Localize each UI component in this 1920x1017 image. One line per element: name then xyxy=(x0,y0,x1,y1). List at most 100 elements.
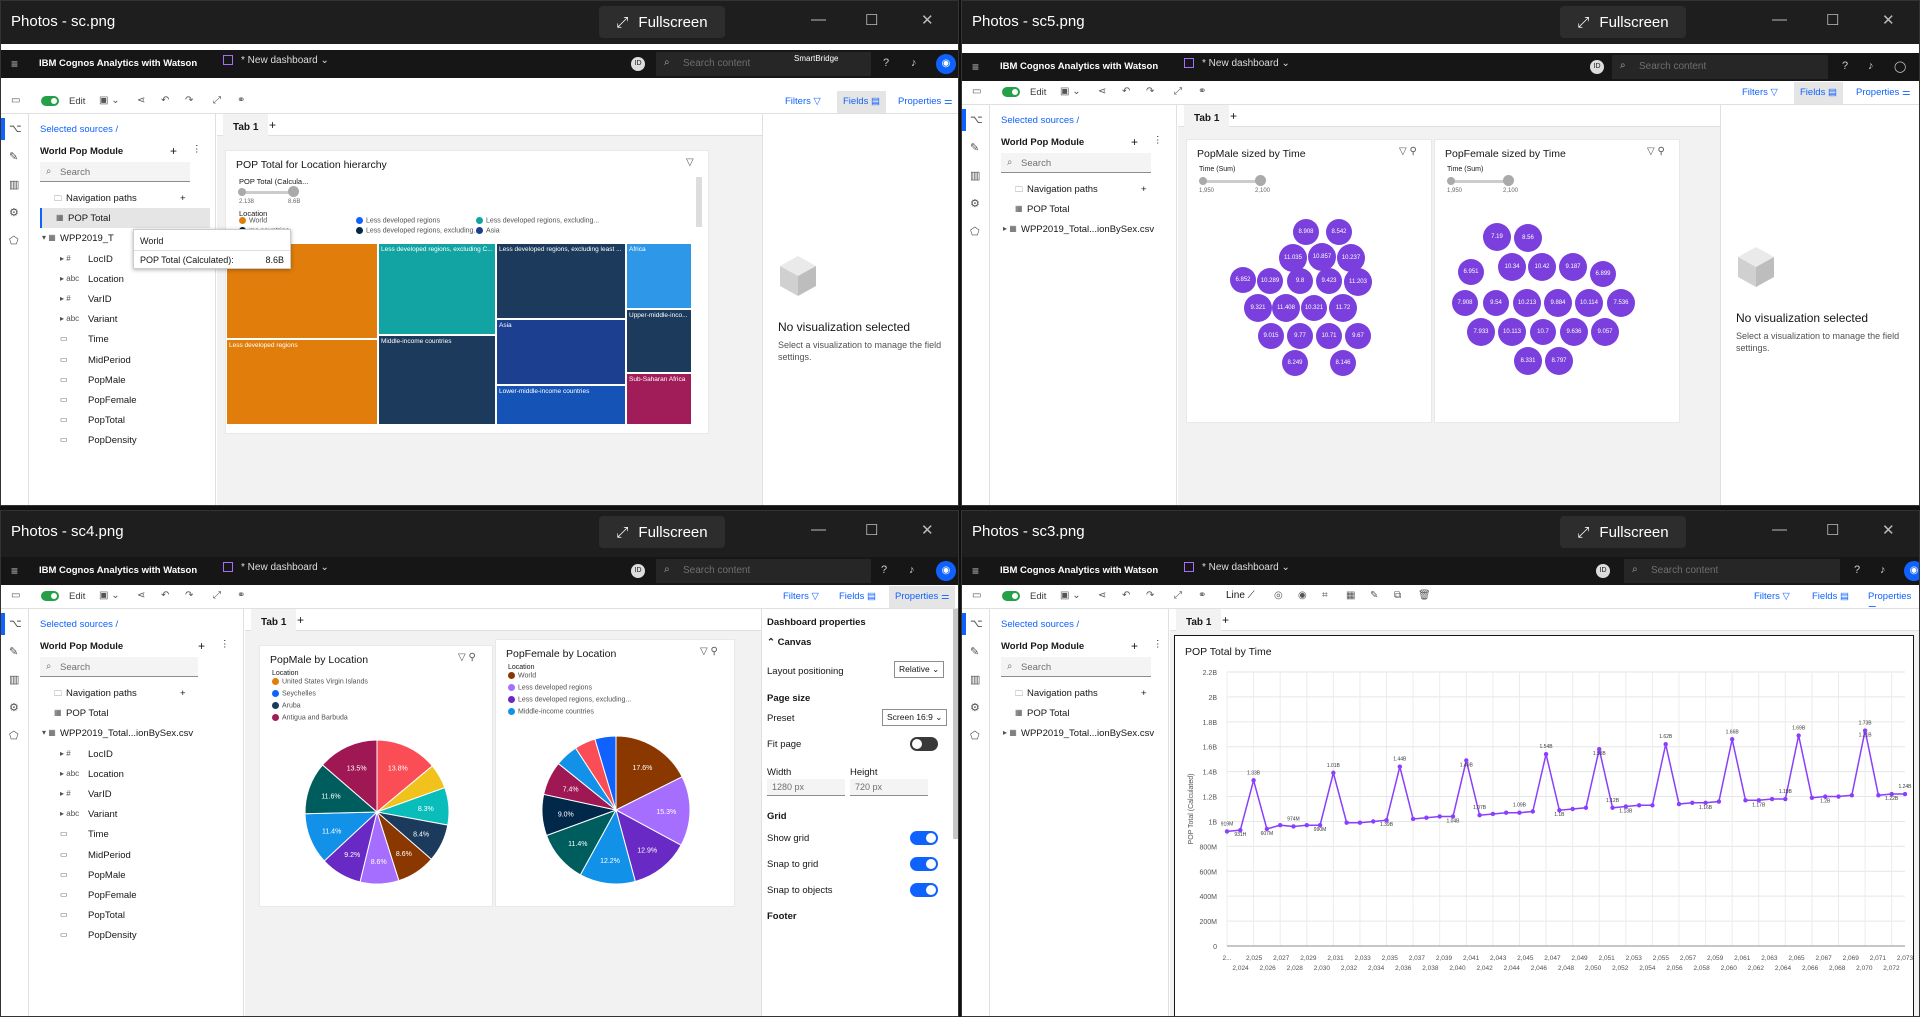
treemap-cell[interactable]: Africa xyxy=(626,243,692,309)
crop-icon[interactable]: ⌗ xyxy=(1322,590,1328,601)
legend-item[interactable]: Antigua and Barbuda xyxy=(272,714,348,721)
widgets-icon[interactable]: ⚙ xyxy=(970,197,980,210)
bubble[interactable]: 6.951 xyxy=(1458,259,1484,285)
bubble[interactable]: 10.857 xyxy=(1308,243,1336,271)
shapes-icon[interactable]: ⬠ xyxy=(970,729,980,742)
delete-icon[interactable]: 🗑 xyxy=(1418,590,1431,601)
edit-toggle[interactable] xyxy=(1002,87,1020,97)
bubble[interactable]: 9.321 xyxy=(1244,294,1272,322)
data-point[interactable] xyxy=(1796,733,1801,738)
share-icon[interactable]: ⋖ xyxy=(1098,86,1106,97)
expand-icon[interactable]: ⤢ xyxy=(1174,590,1182,601)
fields-button[interactable]: Fields ▤ xyxy=(1794,82,1843,104)
add-icon[interactable]: + xyxy=(1141,184,1147,195)
shapes-icon[interactable]: ⬠ xyxy=(970,225,980,238)
fields-button[interactable]: Fields ▤ xyxy=(837,91,886,113)
legend-item[interactable]: United States Virgin Islands xyxy=(272,678,368,685)
redo-icon[interactable]: ↷ xyxy=(185,95,193,106)
legend-item[interactable]: Less developed regions xyxy=(356,217,440,224)
tree-item[interactable]: ▭ PopTotal xyxy=(40,410,210,430)
tree-item[interactable]: ▸ # LocID xyxy=(40,744,210,764)
data-point[interactable] xyxy=(1729,737,1735,742)
data-point[interactable] xyxy=(1636,803,1642,808)
layout-select[interactable]: Relative ⌄ xyxy=(894,661,945,678)
scrollbar[interactable] xyxy=(696,177,702,227)
shapes-icon[interactable]: ⬠ xyxy=(9,234,19,247)
link-icon[interactable]: ⚭ xyxy=(1198,590,1206,601)
bubble[interactable]: 9.057 xyxy=(1591,318,1619,346)
comment-icon[interactable]: ▭ xyxy=(972,590,981,601)
edit-toggle[interactable] xyxy=(41,96,59,106)
pin-icon[interactable]: ✎ xyxy=(9,645,18,658)
legend-item[interactable]: Asia xyxy=(476,227,500,234)
data-point[interactable] xyxy=(1490,811,1496,817)
overflow-icon[interactable]: ⋮ xyxy=(220,639,230,650)
tree-item[interactable]: ▭ PopDensity xyxy=(40,925,210,945)
search-field[interactable]: ⌕ Search xyxy=(40,657,198,677)
tree-item[interactable]: ▦ POP Total xyxy=(1001,703,1171,723)
chart-icon[interactable]: ▥ xyxy=(9,673,19,686)
bubble[interactable]: 9.015 xyxy=(1258,323,1284,349)
filter-icon[interactable]: ▽ ⚲ xyxy=(458,652,476,663)
search-input[interactable]: ⌕ Search content xyxy=(1612,55,1828,79)
fullscreen-button[interactable]: ⤢ Fullscreen xyxy=(599,516,725,548)
tree-item[interactable]: 🗀 Navigation paths + xyxy=(1001,179,1171,199)
close-button[interactable]: ✕ xyxy=(921,11,934,29)
tab-1[interactable]: Tab 1 xyxy=(1184,105,1230,127)
search-input[interactable]: ⌕ Search content xyxy=(1624,559,1840,583)
comment-icon[interactable]: ▭ xyxy=(11,590,20,601)
data-point[interactable] xyxy=(1716,799,1722,804)
data-point[interactable] xyxy=(1517,810,1522,815)
target-icon[interactable]: ◉ xyxy=(1298,590,1307,601)
save-icon[interactable]: ▣ ⌄ xyxy=(1060,590,1081,601)
copy-icon[interactable]: ⧉ xyxy=(1394,590,1401,601)
avatar[interactable]: ID xyxy=(631,564,645,578)
data-point[interactable] xyxy=(1570,806,1575,812)
filters-button[interactable]: Filters ▽ xyxy=(785,96,821,107)
bubble[interactable]: 9.884 xyxy=(1544,289,1572,317)
treemap-cell[interactable]: Less developed regions, excluding least … xyxy=(496,243,626,319)
add-tab-button[interactable]: + xyxy=(1222,613,1229,627)
height-input[interactable]: 720 px xyxy=(850,779,928,796)
tree-item[interactable]: ▸ ▦ WPP2019_Total...ionBySex.csv xyxy=(1001,219,1171,239)
preset-select[interactable]: Screen 16:9 ⌄ xyxy=(882,709,948,726)
filters-button[interactable]: Filters ▽ xyxy=(1754,591,1790,602)
filter-icon[interactable]: ▽ ⚲ xyxy=(700,646,718,657)
tree-item[interactable]: ▸ # VarID xyxy=(40,784,210,804)
undo-icon[interactable]: ↶ xyxy=(1122,590,1130,601)
add-tab-button[interactable]: + xyxy=(269,118,276,132)
tree-item[interactable]: 🗀 Navigation paths + xyxy=(1001,683,1171,703)
legend-item[interactable]: World xyxy=(239,217,267,224)
bubble[interactable]: 7.536 xyxy=(1607,289,1635,317)
help-icon[interactable]: ? xyxy=(1842,60,1848,72)
overflow-icon[interactable]: ⋮ xyxy=(1153,639,1163,650)
sources-icon[interactable]: ⌥ xyxy=(9,617,22,630)
add-icon[interactable]: + xyxy=(170,144,177,158)
scrollbar[interactable] xyxy=(953,609,958,839)
avatar[interactable]: ID xyxy=(631,57,645,71)
data-point[interactable] xyxy=(1477,813,1482,818)
close-button[interactable]: ✕ xyxy=(921,521,934,539)
data-point[interactable] xyxy=(1371,819,1376,824)
properties-button[interactable]: Properties ⚌ xyxy=(889,586,956,608)
bubble[interactable]: 10.114 xyxy=(1575,289,1603,317)
chart-icon[interactable]: ▥ xyxy=(9,178,19,191)
undo-icon[interactable]: ↶ xyxy=(1122,86,1130,97)
legend-item[interactable]: Middle-income countries xyxy=(508,708,594,715)
tree-item[interactable]: ▭ MidPeriod xyxy=(40,350,210,370)
treemap-cell[interactable]: Sub-Saharan Africa xyxy=(626,373,692,425)
fields-button[interactable]: Fields ▤ xyxy=(839,591,876,602)
tree-item[interactable]: 🗀 Navigation paths + xyxy=(40,683,210,703)
treemap-cell[interactable]: Less developed regions, excluding C... xyxy=(378,243,496,335)
search-field[interactable]: ⌕ Search xyxy=(40,162,190,182)
maximize-button[interactable]: ☐ xyxy=(1826,521,1839,539)
widgets-icon[interactable]: ⚙ xyxy=(9,701,19,714)
sources-icon[interactable]: ⌥ xyxy=(970,113,983,126)
search-field[interactable]: ⌕ Search xyxy=(1001,657,1151,677)
link-icon[interactable]: ⚭ xyxy=(1198,86,1206,97)
data-point[interactable] xyxy=(1503,810,1509,815)
properties-button[interactable]: Properties ⚌ xyxy=(898,96,952,107)
line-chart-button[interactable]: Line ⟋ xyxy=(1226,590,1255,601)
search-input[interactable]: ⌕ Search content xyxy=(656,52,871,76)
chart-icon[interactable]: ▥ xyxy=(970,673,980,686)
